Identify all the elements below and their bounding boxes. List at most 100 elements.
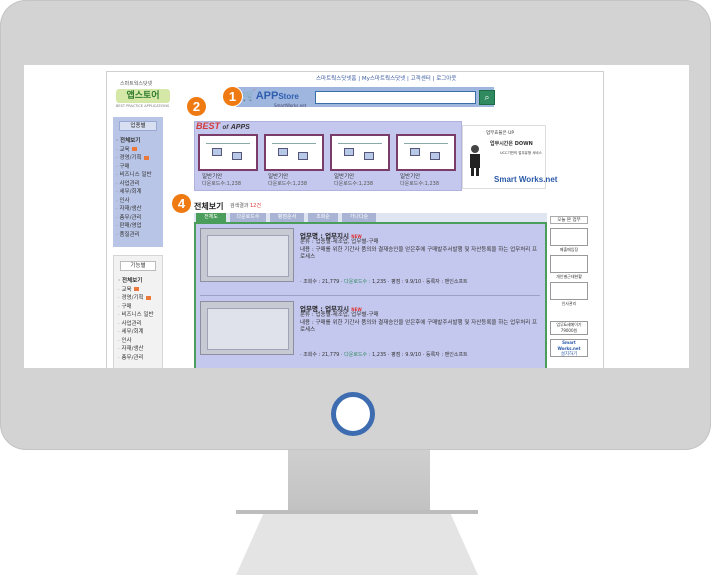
app-desc-line: 내용 : 구매를 위한 기간사 품의와 결재승인을 얻은후에 구매발주서발행 및… [300,320,540,335]
sidebar-item[interactable]: 인사 [116,197,152,206]
sidebar-item[interactable]: 품질관리 [116,231,152,240]
top-links[interactable]: 스마트웍스닷넷홈 | My스마트웍스닷넷 | 고객센터 | 로그아웃 [316,74,456,82]
sidebar-item[interactable]: 전체보기 [116,137,152,146]
sidebar-item[interactable]: 총무/관리 [116,214,152,223]
recent-thumb[interactable] [550,282,588,300]
appstore-name: APP [255,90,279,102]
best-app-label: 일반기안 [268,174,289,180]
best-app-card[interactable] [198,134,258,171]
views-label: 조회수 : [303,352,321,358]
tab-views[interactable]: 조회순 [308,213,338,222]
sidebar-item[interactable]: 자재/생산 [116,205,152,214]
downloads-value: 1,235 [372,352,387,358]
cart-icon: 🛒 [242,90,256,102]
recent-thumb[interactable] [550,228,588,246]
downloads-label: 다운로드수 : [344,352,371,358]
install-label: 설치하기 [560,352,578,357]
search-button[interactable]: ⌕ [479,90,495,105]
best-app-card[interactable] [396,134,456,171]
app-thumbnail[interactable] [200,228,294,282]
registrant-label: 등록자 : [425,279,444,285]
sidebar-item-label: 경영/기획 [121,295,144,301]
views-value: 21,779 [321,352,340,358]
sidebar-item[interactable]: 구매 [118,303,154,312]
ad-line-1: 업무효율은 UP [486,131,515,136]
ad-line-3: UCC기반의 업무유형 서비스 [500,151,542,155]
monitor-base-edge [236,510,478,514]
app-category: 분류 : 업종별-제조업, 업무별-구매 [300,239,379,245]
workflow-thumbnail [272,143,316,164]
logo-subtitle: BEST PRACTICE APPLICATIONS [116,104,170,108]
app-description: 분류 : 업종별-제조업, 업무별-구매 내용 : 구매를 위한 기간사 품의와… [300,239,540,262]
app-desc: 구매를 위한 기간사 품의와 결재승인을 얻은후에 구매발주서발행 및 자산등록… [300,246,538,261]
sidebar-item[interactable]: 사업관리 [118,320,154,329]
hot-badge-icon [143,155,149,160]
registrant-value: 맨인소프트 [444,279,468,285]
workflow-thumbnail [404,143,448,164]
sidebar-item[interactable]: 세무/회계 [118,328,154,337]
app-desc: 구매를 위한 기간사 품의와 결재승인을 얻은후에 구매발주서발행 및 자산등록… [300,319,538,334]
tab-all[interactable]: 전체도 [196,213,226,222]
sidebar-item[interactable]: 세무/회계 [116,188,152,197]
tab-alphabetical[interactable]: 가나다순 [342,213,376,222]
app-description: 분류 : 업종별-제조업, 업무별-구매 내용 : 구매를 위한 기간사 품의와… [300,312,540,335]
tab-rating[interactable]: 평점순서 [270,213,304,222]
callout-badge-4: 4 [172,194,191,213]
result-count: 12건 [250,203,261,209]
site-logo[interactable]: 앱스토어 [116,89,170,103]
app-desc-line: 내용 : 구매를 위한 기간사 품의와 결재승인을 얻은후에 구매발주서발행 및… [300,247,540,262]
sidebar-item[interactable]: 판매/영업 [116,222,152,231]
views-value: 21,779 [321,279,340,285]
sidebar-item[interactable]: 경영/기획 [118,294,154,303]
rating-label: 평점 : [391,279,404,285]
sidebar-item-label: 경영/기획 [119,155,142,161]
businessman-icon [470,145,480,176]
sidebar-item-label: 교육 [121,286,132,293]
sidebar-function-list: 전체보기 교육 경영/기획 구매 비즈니스 일반 사업관리 세무/회계 인사 자… [118,277,154,362]
app-stats: · 조회수 : 21,779 · 다운로드수 : 1,235 · 평점 : 9.… [300,279,468,285]
recent-thumb[interactable] [550,255,588,273]
sidebar-item[interactable]: 구매 [116,163,152,172]
tab-downloads[interactable]: 다운로드수 [230,213,266,222]
best-app-label: 일반기안 [400,174,421,180]
list-divider [200,295,540,296]
monitor-neck [288,450,430,510]
sidebar-function-title: 기능별 [120,261,156,271]
sidebar-item[interactable]: 경영/기획 [116,154,152,163]
appstore-logo: 🛒APPStore [242,89,299,102]
best-app-downloads: 다운로드수:1,238 [202,181,241,187]
recent-caption[interactable]: 매출매입장 [550,247,588,253]
search-input[interactable] [315,91,476,104]
sidebar-item[interactable]: 교육 [118,286,154,295]
sidebar-item[interactable]: 인사 [118,337,154,346]
workflow-diagram [207,308,289,350]
install-brand: Smart Works.net [557,340,581,351]
best-app-downloads: 다운로드수:1,238 [268,181,307,187]
views-label: 조회수 : [303,279,321,285]
monitor-base [236,510,478,575]
app-desc-label: 내용 : [300,319,314,326]
recent-caption[interactable]: 개인별근태현황 [550,274,588,280]
app-thumbnail[interactable] [200,301,294,355]
sidebar-item[interactable]: 전체보기 [118,277,154,286]
workflow-diagram [207,235,289,277]
sidebar-item[interactable]: 비즈니스 일반 [116,171,152,180]
sidebar-item[interactable]: 자재/생산 [118,345,154,354]
logo-brand: 스마트웍스닷넷 [120,81,153,87]
recent-caption[interactable]: 인사관리 [550,301,588,307]
hot-badge-icon [131,147,137,151]
sidebar-item[interactable]: 비즈니스 일반 [118,311,154,320]
promo-button[interactable]: 업무&세메이기 79000원 [550,321,588,335]
best-app-card[interactable] [330,134,390,171]
hot-badge-icon [133,287,139,291]
section-title: 전체보기 [194,202,224,211]
best-app-card[interactable] [264,134,324,171]
sidebar-item[interactable]: 사업관리 [116,180,152,189]
app-stats: · 조회수 : 21,779 · 다운로드수 : 1,235 · 평점 : 9.… [300,352,468,358]
ad-line-2: 업무시간은 DOWN [490,141,533,147]
install-button[interactable]: Smart Works.net 설치하기 [550,339,588,357]
callout-badge-2: 2 [187,97,206,116]
sidebar-item[interactable]: 총무/관리 [118,354,154,363]
sidebar-item[interactable]: 교육 [116,146,152,155]
rating-value: 9.9/10 [405,352,422,358]
